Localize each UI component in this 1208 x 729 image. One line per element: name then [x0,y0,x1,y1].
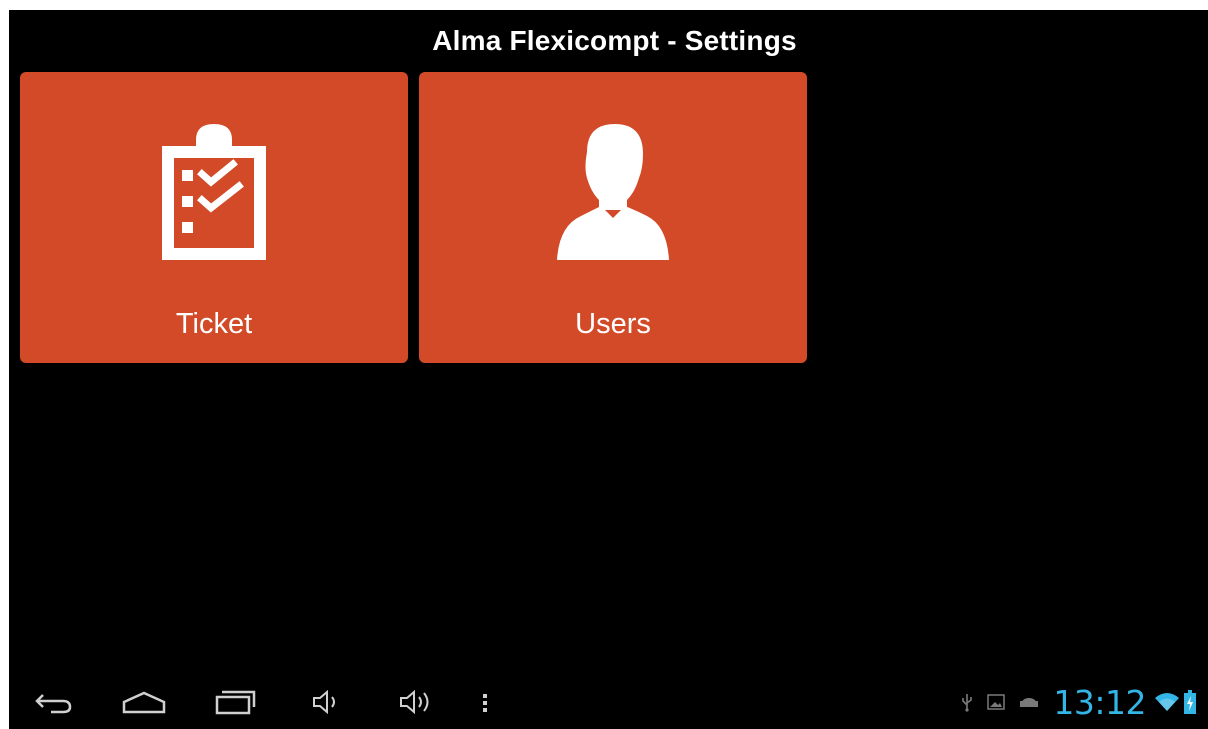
gallery-notification-icon [987,694,1006,710]
back-icon[interactable] [31,685,75,719]
battery-charging-icon [1184,690,1196,714]
volume-down-icon[interactable] [309,685,343,719]
clock: 13:12 [1053,682,1146,722]
ticket-tile-label: Ticket [175,308,253,340]
status-bar: 13:12 [961,681,1198,723]
users-tile-label: Users [575,308,651,340]
clipboard-checklist-icon [162,124,266,265]
ticket-tile[interactable]: Ticket [20,72,408,363]
recent-apps-icon[interactable] [212,685,258,719]
wifi-icon [1154,692,1180,712]
home-icon[interactable] [119,685,169,719]
menu-icon[interactable] [477,685,493,719]
users-tile[interactable]: Users [419,72,807,363]
page-title: Alma Flexicompt - Settings [432,25,797,56]
volume-up-icon[interactable] [396,685,436,719]
user-silhouette-icon [557,122,669,265]
navigation-bar: 13:12 [9,675,1208,729]
usb-icon [961,692,973,712]
android-debug-icon [1019,695,1039,709]
device-screen: Alma Flexicompt - Settings Ticket Users … [9,10,1208,729]
